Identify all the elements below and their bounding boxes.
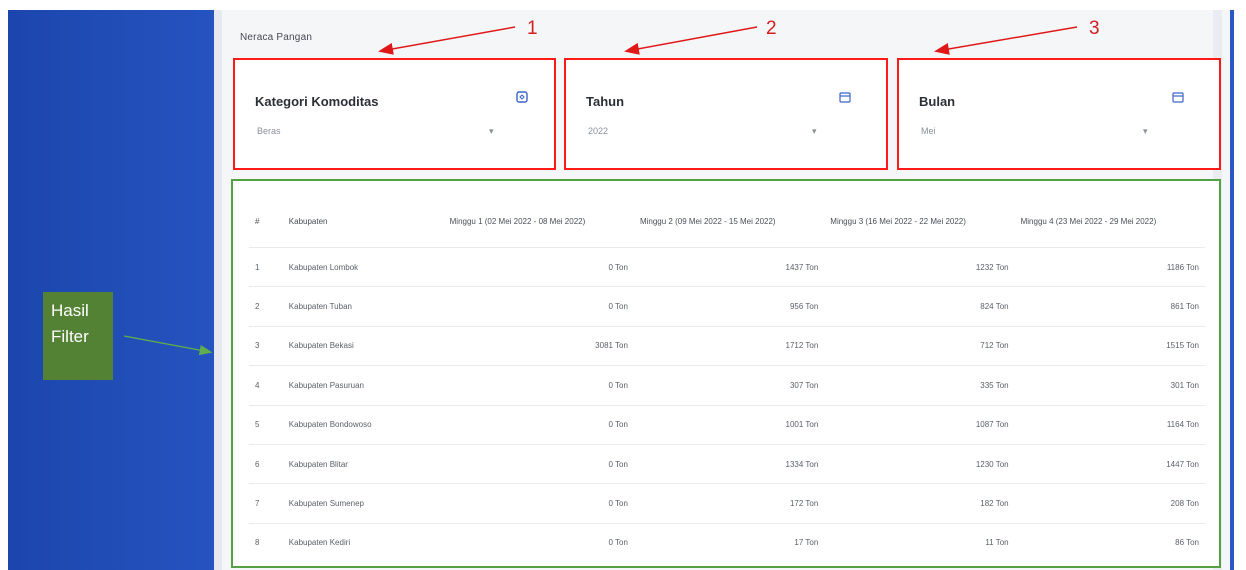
filter-label: Kategori Komoditas	[255, 94, 379, 109]
row-value-minggu-4: 301 Ton	[1014, 365, 1205, 406]
table-row: 3 Kabupaten Bekasi 3081 Ton 1712 Ton 712…	[249, 325, 1205, 366]
row-value-minggu-2: 1437 Ton	[633, 246, 825, 287]
row-value-minggu-2: 1001 Ton	[633, 404, 825, 445]
row-value-minggu-3: 182 Ton	[824, 483, 1015, 524]
note-line-2: Filter	[51, 327, 89, 346]
table-row: 6 Kabupaten Blitar 0 Ton 1334 Ton 1230 T…	[249, 443, 1205, 484]
row-value-minggu-2: 17 Ton	[633, 522, 825, 563]
row-kabupaten: Kabupaten Bondowoso	[282, 404, 444, 445]
row-value-minggu-4: 1447 Ton	[1014, 443, 1205, 484]
filter-label: Bulan	[919, 94, 956, 109]
row-value-minggu-3: 1087 Ton	[824, 404, 1015, 445]
row-number: 1	[249, 246, 283, 287]
row-value-minggu-4: 86 Ton	[1014, 522, 1205, 563]
chevron-down-icon[interactable]: ▾	[812, 126, 817, 137]
note-line-1: Hasil	[51, 301, 89, 320]
row-value-minggu-3: 335 Ton	[824, 365, 1015, 406]
row-value-minggu-1: 0 Ton	[443, 365, 634, 406]
breadcrumb[interactable]: Neraca Pangan	[240, 32, 312, 43]
table-row: 1 Kabupaten Lombok 0 Ton 1437 Ton 1232 T…	[249, 246, 1205, 287]
row-value-minggu-1: 0 Ton	[443, 443, 634, 484]
annotation-number-1: 1	[527, 18, 538, 39]
row-value-minggu-3: 1230 Ton	[824, 443, 1015, 484]
row-value-minggu-3: 1232 Ton	[824, 246, 1015, 287]
col-header-kabupaten: Kabupaten	[288, 216, 328, 226]
row-value-minggu-3: 712 Ton	[824, 325, 1015, 366]
row-kabupaten: Kabupaten Sumenep	[282, 483, 444, 524]
row-value-minggu-3: 11 Ton	[824, 522, 1015, 563]
box-icon[interactable]	[515, 90, 529, 104]
filter-value: Mei	[921, 126, 936, 136]
table-row: 2 Kabupaten Tuban 0 Ton 956 Ton 824 Ton …	[249, 286, 1205, 327]
row-kabupaten: Kabupaten Lombok	[282, 246, 444, 287]
col-header-minggu-4: Minggu 4 (23 Mei 2022 - 29 Mei 2022)	[1020, 216, 1157, 226]
row-kabupaten: Kabupaten Bekasi	[282, 325, 444, 366]
row-value-minggu-4: 208 Ton	[1014, 483, 1205, 524]
row-number: 6	[249, 443, 283, 484]
row-kabupaten: Kabupaten Kediri	[282, 522, 444, 563]
row-value-minggu-2: 307 Ton	[633, 365, 825, 406]
filter-label: Tahun	[586, 94, 625, 109]
row-value-minggu-4: 1186 Ton	[1014, 246, 1205, 287]
row-value-minggu-4: 1515 Ton	[1014, 325, 1205, 366]
results-panel: # Kabupaten Minggu 1 (02 Mei 2022 - 08 M…	[231, 179, 1221, 568]
calendar-icon[interactable]	[1171, 90, 1185, 104]
row-number: 2	[249, 286, 283, 327]
filter-kategori-komoditas[interactable]: Kategori Komoditas Beras ▾	[233, 58, 556, 170]
chevron-down-icon[interactable]: ▾	[489, 126, 494, 137]
row-number: 5	[249, 404, 283, 445]
annotation-number-2: 2	[766, 18, 777, 39]
row-value-minggu-2: 1712 Ton	[633, 325, 825, 366]
row-value-minggu-2: 172 Ton	[633, 483, 825, 524]
sidebar-background	[8, 10, 214, 570]
row-value-minggu-3: 824 Ton	[824, 286, 1015, 327]
filter-bulan[interactable]: Bulan Mei ▾	[897, 58, 1221, 170]
col-header-minggu-2: Minggu 2 (09 Mei 2022 - 15 Mei 2022)	[639, 216, 776, 226]
table-header-row: # Kabupaten Minggu 1 (02 Mei 2022 - 08 M…	[249, 195, 1205, 248]
row-value-minggu-4: 861 Ton	[1014, 286, 1205, 327]
row-kabupaten: Kabupaten Pasuruan	[282, 365, 444, 406]
row-value-minggu-1: 0 Ton	[443, 404, 634, 445]
row-value-minggu-1: 0 Ton	[443, 246, 634, 287]
col-header-number: #	[255, 216, 260, 226]
row-value-minggu-4: 1164 Ton	[1014, 404, 1205, 445]
row-number: 3	[249, 325, 283, 366]
annotation-number-3: 3	[1089, 18, 1100, 39]
row-kabupaten: Kabupaten Blitar	[282, 443, 444, 484]
filter-value: 2022	[588, 126, 609, 136]
col-header-minggu-1: Minggu 1 (02 Mei 2022 - 08 Mei 2022)	[449, 216, 586, 226]
row-value-minggu-1: 3081 Ton	[443, 325, 634, 366]
col-header-minggu-3: Minggu 3 (16 Mei 2022 - 22 Mei 2022)	[830, 216, 966, 226]
table-row: 4 Kabupaten Pasuruan 0 Ton 307 Ton 335 T…	[249, 365, 1205, 406]
hasil-filter-note: Hasil Filter	[43, 292, 113, 380]
row-number: 8	[249, 522, 283, 563]
chevron-down-icon[interactable]: ▾	[1143, 126, 1148, 137]
row-value-minggu-1: 0 Ton	[443, 483, 634, 524]
row-number: 4	[249, 365, 283, 406]
row-number: 7	[249, 483, 283, 524]
table-row: 7 Kabupaten Sumenep 0 Ton 172 Ton 182 To…	[249, 483, 1205, 524]
row-value-minggu-2: 956 Ton	[633, 286, 825, 327]
row-value-minggu-1: 0 Ton	[443, 286, 634, 327]
table-row: 5 Kabupaten Bondowoso 0 Ton 1001 Ton 108…	[249, 404, 1205, 445]
calendar-icon[interactable]	[838, 90, 852, 104]
table-row: 8 Kabupaten Kediri 0 Ton 17 Ton 11 Ton 8…	[249, 522, 1205, 563]
filter-tahun[interactable]: Tahun 2022 ▾	[564, 58, 888, 170]
filter-value: Beras	[257, 126, 281, 136]
row-kabupaten: Kabupaten Tuban	[282, 286, 444, 327]
row-value-minggu-2: 1334 Ton	[633, 443, 825, 484]
results-table: # Kabupaten Minggu 1 (02 Mei 2022 - 08 M…	[249, 195, 1205, 563]
row-value-minggu-1: 0 Ton	[443, 522, 634, 563]
